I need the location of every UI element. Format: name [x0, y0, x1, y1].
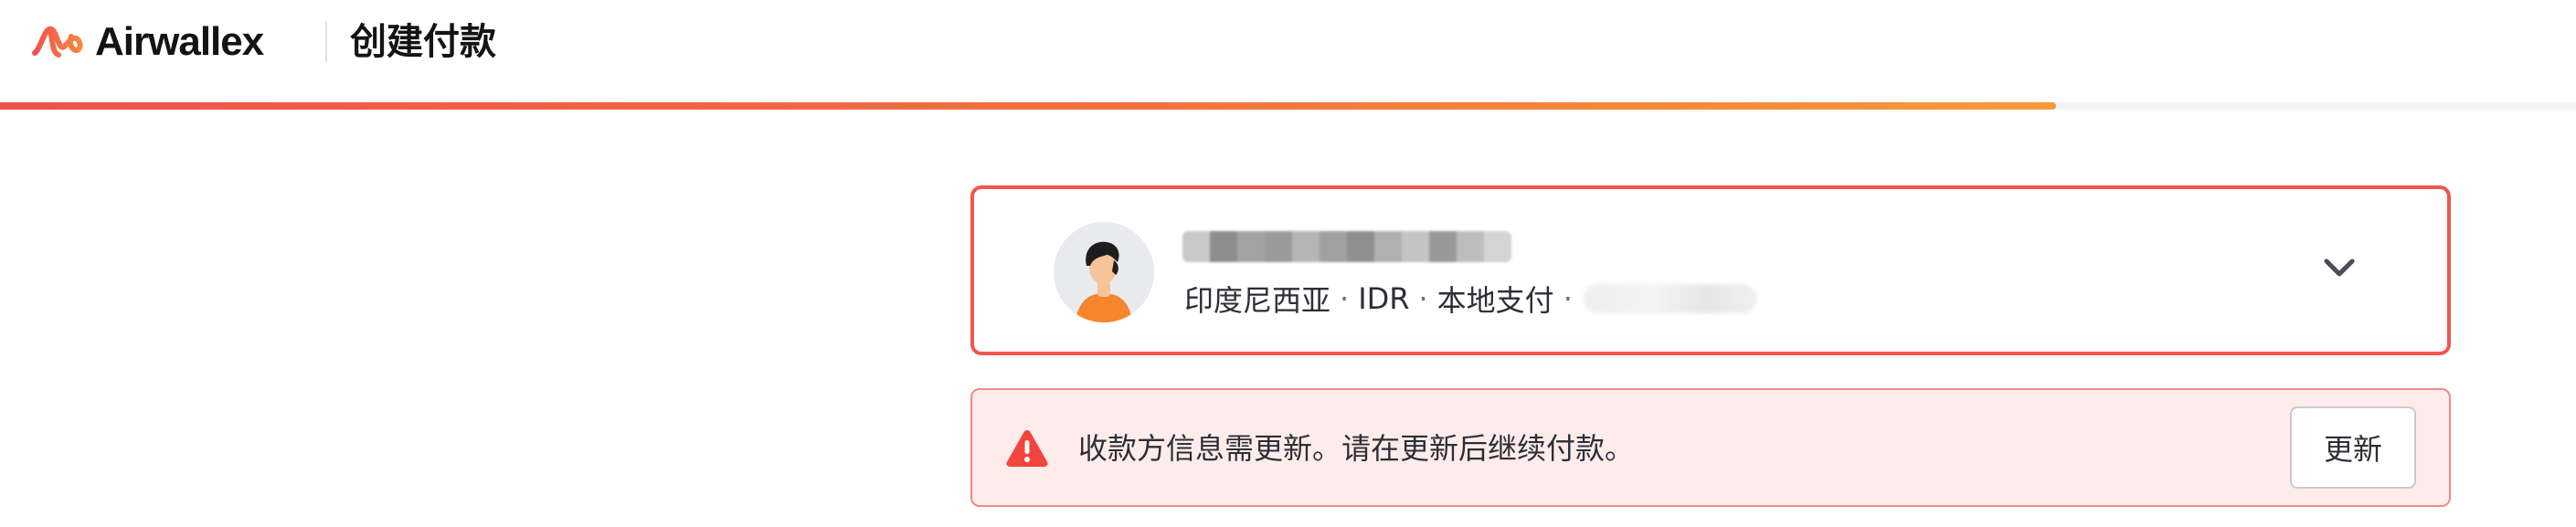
- beneficiary-card[interactable]: 印度尼西亚 · IDR · 本地支付 ·: [970, 185, 2451, 355]
- beneficiary-details: 印度尼西亚 · IDR · 本地支付 ·: [1184, 280, 1757, 318]
- beneficiary-country: 印度尼西亚: [1184, 283, 1331, 318]
- beneficiary-currency: IDR: [1358, 281, 1410, 316]
- beneficiary-update-alert: 收款方信息需更新。请在更新后继续付款。 更新: [970, 388, 2451, 507]
- top-header: Airwallex 创建付款: [0, 0, 2576, 102]
- update-button[interactable]: 更新: [2290, 406, 2416, 489]
- progress-bar: [0, 102, 2576, 110]
- page-title: 创建付款: [350, 21, 496, 63]
- person-avatar-icon: [1054, 222, 1154, 322]
- beneficiary-name-mosaic: [1182, 231, 1511, 262]
- separator-dot: ·: [1563, 281, 1573, 316]
- brand-name: Airwallex: [95, 19, 264, 64]
- separator-dot: ·: [1418, 281, 1428, 316]
- separator-dot: ·: [1340, 281, 1350, 316]
- airwallex-logo-icon: [32, 26, 83, 58]
- chevron-down-icon[interactable]: [2321, 255, 2358, 280]
- warning-icon: [1006, 430, 1048, 467]
- progress-bar-fill: [0, 102, 2056, 110]
- airwallex-logo[interactable]: Airwallex: [31, 19, 264, 64]
- beneficiary-payment-method: 本地支付: [1436, 283, 1554, 318]
- alert-message: 收款方信息需更新。请在更新后继续付款。: [1078, 431, 1635, 466]
- beneficiary-account-redacted: [1583, 284, 1757, 313]
- header-divider: [325, 22, 327, 62]
